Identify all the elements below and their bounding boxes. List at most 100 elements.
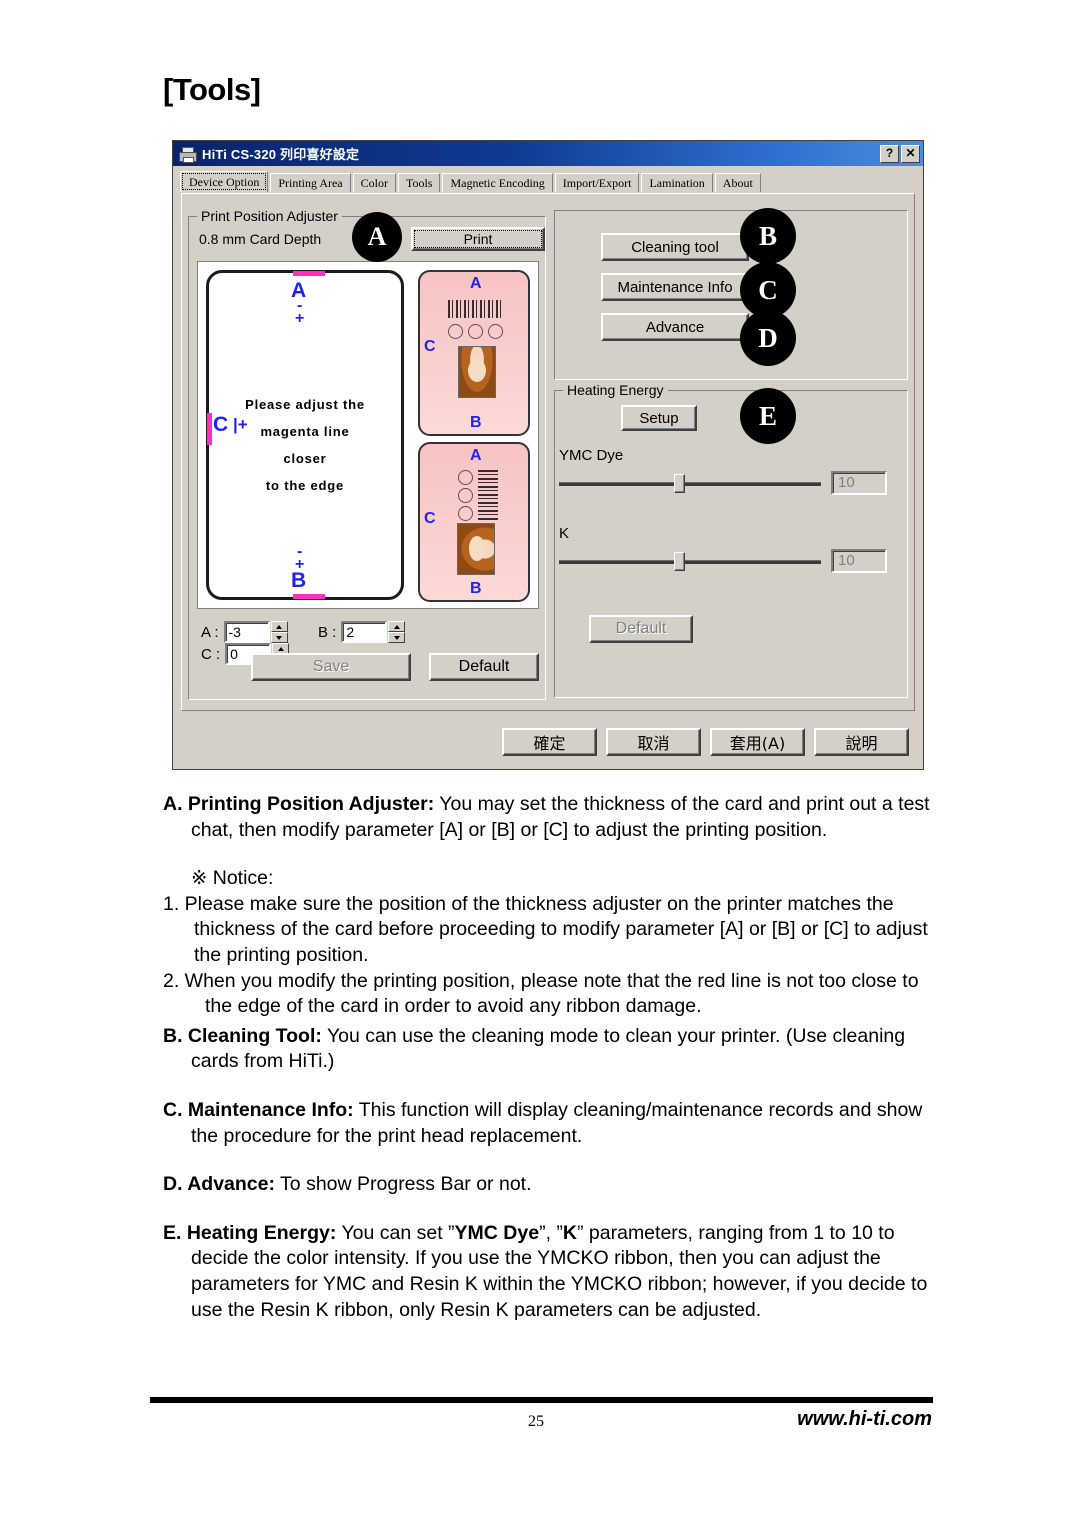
notice-heading: ※ Notice:: [191, 867, 274, 890]
tab-printing-area[interactable]: Printing Area: [270, 173, 351, 192]
print-button[interactable]: Print: [411, 227, 545, 251]
ymc-dye-slider-thumb[interactable]: [674, 474, 686, 493]
sample-card-bottom-marker-a: A: [470, 447, 482, 464]
circle-icon: [448, 324, 463, 339]
circle-icon: [458, 488, 473, 503]
k-slider-thumb[interactable]: [674, 552, 686, 571]
barcode-icon: [448, 300, 504, 318]
description-c-title: C. Maintenance Info:: [163, 1098, 354, 1121]
spinner-a-down-icon[interactable]: [270, 632, 288, 643]
circle-icon: [458, 506, 473, 521]
sample-card-top-marker-a: A: [470, 275, 482, 292]
description-c: C. Maintenance Info: This function will …: [163, 1098, 950, 1149]
k-label: K: [559, 525, 570, 542]
sample-card-top-marker-c: C: [424, 338, 436, 355]
card-preview-message: Please adjust the magenta line closer to…: [245, 397, 365, 493]
card-depth-label: 0.8 mm Card Depth: [199, 231, 322, 247]
close-icon[interactable]: ✕: [901, 144, 920, 163]
card-marker-a-signs: - +: [295, 297, 305, 327]
notice-item-1: 1. Please make sure the position of the …: [163, 892, 928, 966]
tab-magnetic-encoding[interactable]: Magnetic Encoding: [442, 173, 553, 192]
notice-item-2: 2. When you modify the printing position…: [163, 969, 919, 1018]
setup-button[interactable]: Setup: [621, 405, 697, 431]
spinner-a: A : -3: [201, 621, 288, 643]
spinner-b-down-icon[interactable]: [388, 632, 406, 643]
spinner-b-label: B :: [317, 623, 337, 641]
help-icon[interactable]: ?: [880, 144, 899, 163]
tab-color[interactable]: Color: [352, 173, 396, 192]
help-button[interactable]: 說明: [814, 728, 909, 756]
k-slider[interactable]: [559, 551, 821, 571]
tab-import-export[interactable]: Import/Export: [554, 173, 640, 192]
tab-about[interactable]: About: [714, 173, 761, 192]
description-d: D. Advance: To show Progress Bar or not.: [163, 1172, 950, 1198]
callout-badge-e: E: [740, 388, 796, 444]
dialog-titlebar: HiTi CS-320 列印喜好設定 ? ✕: [173, 141, 923, 166]
printer-icon: [178, 146, 197, 163]
cleaning-tool-button[interactable]: Cleaning tool: [601, 233, 749, 261]
tab-bar: Device Option Printing Area Color Tools …: [180, 171, 923, 192]
group-legend-heating-energy: Heating Energy: [563, 382, 668, 398]
advance-button[interactable]: Advance: [601, 313, 749, 341]
dialog-action-buttons: 確定 取消 套用(A) 說明: [181, 723, 915, 761]
sample-card-bottom-marker-b: B: [470, 580, 482, 597]
sample-card-top-marker-b: B: [470, 414, 482, 431]
tab-page-device-option: Print Position Adjuster 0.8 mm Card Dept…: [181, 193, 915, 711]
spinner-a-input[interactable]: -3: [223, 621, 270, 643]
description-e-title: E. Heating Energy:: [163, 1221, 337, 1244]
spinner-c-label: C :: [201, 645, 221, 663]
apply-button[interactable]: 套用(A): [710, 728, 805, 756]
print-position-adjuster-group: Print Position Adjuster 0.8 mm Card Dept…: [188, 208, 546, 700]
callout-badge-a: A: [352, 212, 402, 262]
maintenance-info-button[interactable]: Maintenance Info: [601, 273, 749, 301]
tab-tools[interactable]: Tools: [397, 173, 441, 192]
spinner-b-input[interactable]: 2: [341, 621, 388, 643]
printer-preferences-dialog: HiTi CS-320 列印喜好設定 ? ✕ Device Option Pri…: [172, 140, 924, 770]
k-slider-track: [559, 560, 821, 564]
magenta-line-bottom: [293, 594, 325, 599]
save-button[interactable]: Save: [251, 653, 411, 681]
description-a-title: A. Printing Position Adjuster:: [163, 793, 435, 815]
test-card-preview: A - + C |+ Please adjust the magenta lin…: [206, 270, 404, 600]
portrait-photo: [457, 523, 495, 575]
default-heating-button[interactable]: Default: [589, 615, 693, 643]
tools-button-group: Cleaning tool Maintenance Info Advance: [554, 210, 908, 380]
footer-website: www.hi-ti.com: [797, 1408, 932, 1430]
description-b-title: B. Cleaning Tool:: [163, 1024, 322, 1047]
manual-page: [Tools] HiTi CS-320 列印喜好設定 ? ✕ Device Op…: [0, 0, 1080, 1528]
ymc-dye-label: YMC Dye: [559, 447, 624, 464]
spinner-b: B : 2: [317, 621, 406, 643]
description-list: A. Printing Position Adjuster: You may s…: [163, 792, 950, 1323]
k-value: 10: [831, 549, 887, 573]
spinner-b-arrows: [388, 621, 406, 643]
group-legend-print-position-adjuster: Print Position Adjuster: [197, 208, 342, 224]
spinner-a-up-icon[interactable]: [270, 621, 288, 632]
ok-button[interactable]: 確定: [502, 728, 597, 756]
description-a: A. Printing Position Adjuster: You may s…: [163, 792, 950, 843]
description-e-k: K: [562, 1221, 577, 1244]
default-position-button[interactable]: Default: [429, 653, 539, 681]
sample-card-bottom-marker-c: C: [424, 510, 436, 527]
card-preview-panel: A - + C |+ Please adjust the magenta lin…: [197, 261, 539, 609]
cancel-button[interactable]: 取消: [606, 728, 701, 756]
ymc-dye-slider[interactable]: [559, 473, 821, 493]
spinner-b-up-icon[interactable]: [388, 621, 406, 632]
description-e-body-2: ”, ”: [539, 1221, 563, 1244]
sample-card-top: A C B: [418, 270, 530, 436]
description-d-title: D. Advance:: [163, 1173, 275, 1196]
magenta-line-top: [293, 271, 325, 276]
dialog-title: HiTi CS-320 列印喜好設定: [202, 147, 360, 162]
callout-badge-d: D: [740, 310, 796, 366]
callout-badge-b: B: [740, 208, 796, 264]
card-marker-b: B: [291, 569, 307, 592]
spinner-a-label: A :: [201, 623, 219, 641]
spinner-a-arrows: [270, 621, 288, 643]
titlebar-buttons: ? ✕: [880, 144, 920, 163]
ymc-dye-value: 10: [831, 471, 887, 495]
barcode-icon: [478, 470, 498, 520]
tab-device-option[interactable]: Device Option: [180, 171, 269, 192]
card-marker-b-signs: - +: [295, 543, 305, 573]
portrait-photo: [458, 346, 496, 398]
heating-energy-group: Heating Energy Setup YMC Dye 10 K 10 Def…: [554, 382, 908, 698]
tab-lamination[interactable]: Lamination: [641, 173, 713, 192]
